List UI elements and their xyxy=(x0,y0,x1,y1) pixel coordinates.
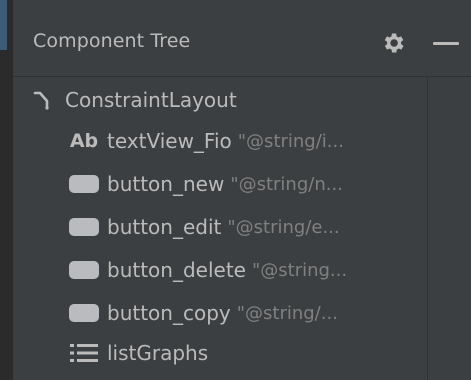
panel-header: Component Tree xyxy=(13,0,471,77)
component-tree-window: Component Tree ConstraintLayout Ab textV… xyxy=(0,0,471,380)
button-icon xyxy=(69,218,99,236)
textview-ab-icon: Ab xyxy=(69,130,99,152)
button-icon xyxy=(69,304,99,322)
tree-item-list-graphs[interactable]: listGraphs xyxy=(69,335,208,371)
tree-item-label: ConstraintLayout xyxy=(65,88,237,112)
component-tree-panel: Component Tree ConstraintLayout Ab textV… xyxy=(13,0,471,380)
tree-item-label: button_copy xyxy=(107,301,231,325)
tree-item-label: button_new xyxy=(107,172,225,196)
tree-item-attribute: "@string/e... xyxy=(227,216,340,238)
tree-item-label: button_edit xyxy=(107,215,222,239)
vertical-divider xyxy=(427,77,428,380)
button-icon xyxy=(69,175,99,193)
tree-item-constraint-layout[interactable]: ConstraintLayout xyxy=(31,82,237,118)
gear-icon[interactable] xyxy=(380,30,406,56)
tree-item-button-copy[interactable]: button_copy "@string/... xyxy=(69,295,338,331)
tree-item-label: button_delete xyxy=(107,258,246,282)
tree-item-attribute: "@string/n... xyxy=(230,173,343,195)
tree-item-attribute: "@string/i... xyxy=(237,130,344,152)
minus-icon[interactable] xyxy=(433,42,459,45)
constraint-layout-icon xyxy=(31,87,57,113)
tree-item-label: listGraphs xyxy=(107,341,209,365)
selection-accent xyxy=(0,0,7,50)
tree-item-button-delete[interactable]: button_delete "@string... xyxy=(69,252,347,288)
tree-item-button-edit[interactable]: button_edit "@string/e... xyxy=(69,209,340,245)
panel-title: Component Tree xyxy=(33,30,191,52)
tree-item-label: textView_Fio xyxy=(107,129,232,153)
button-icon xyxy=(69,261,99,279)
tree-item-button-new[interactable]: button_new "@string/n... xyxy=(69,166,343,202)
tree-item-attribute: "@string... xyxy=(251,259,348,281)
list-icon xyxy=(69,342,99,364)
tree-item-textview-fio[interactable]: Ab textView_Fio "@string/i... xyxy=(69,123,344,159)
tree-item-attribute: "@string/... xyxy=(236,302,338,324)
left-edge-strip xyxy=(0,0,13,380)
